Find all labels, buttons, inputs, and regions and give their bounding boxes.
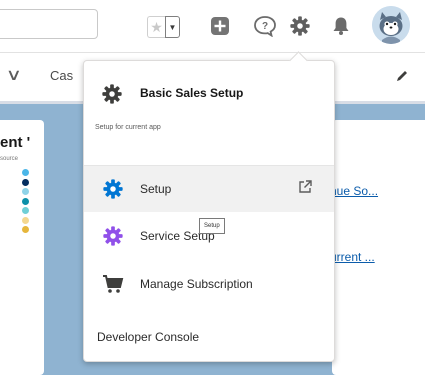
legend-color-dot: [22, 226, 29, 233]
legend-item: [0, 178, 40, 188]
legend-item: [0, 197, 40, 207]
legend-color-dot: [22, 178, 29, 186]
menu-header: Basic Sales Setup Setup for current app: [84, 61, 334, 151]
report-link-top[interactable]: nue So...: [330, 184, 378, 198]
setup-gear-icon: [101, 177, 125, 201]
left-dashboard-card: ent ' source: [0, 120, 44, 375]
favorite-star-button[interactable]: ★: [147, 16, 165, 38]
svg-text:?: ?: [262, 21, 268, 32]
legend-item: [0, 187, 40, 197]
legend-item: [0, 206, 40, 216]
legend-item: [0, 168, 40, 178]
menu-subtitle: Setup for current app: [95, 124, 161, 131]
edit-nav-pencil-icon[interactable]: [395, 69, 409, 88]
nav-tab-cases[interactable]: Cas: [50, 68, 73, 83]
global-header: ★ ▼ ?: [0, 0, 425, 53]
chart-legend: [0, 168, 40, 235]
report-link-bottom[interactable]: urrent ...: [330, 250, 375, 264]
legend-color-dot: [22, 207, 29, 214]
legend-item: [0, 225, 40, 235]
open-in-new-window-icon[interactable]: [297, 179, 313, 200]
legend-color-dot: [22, 216, 29, 224]
legend-color-dot: [22, 197, 29, 205]
global-search-input[interactable]: [0, 9, 98, 39]
nav-chevron-down-icon[interactable]: ∨: [6, 65, 22, 85]
setup-dropdown-menu: Basic Sales Setup Setup for current app: [83, 60, 335, 362]
help-icon[interactable]: ?: [253, 14, 277, 38]
menu-item-label: Setup: [140, 182, 172, 196]
basic-sales-gear-icon: [101, 83, 123, 110]
legend-color-dot: [22, 169, 29, 176]
setup-tooltip: Setup: [199, 218, 225, 234]
notification-bell-icon[interactable]: [329, 14, 353, 38]
menu-item-label: Manage Subscription: [140, 277, 253, 291]
menu-item-setup[interactable]: Setup: [84, 166, 334, 212]
right-dashboard-card: nue So... urrent ...: [330, 120, 425, 375]
legend-item: [0, 216, 40, 226]
favorites-dropdown-button[interactable]: ▼: [165, 16, 180, 38]
legend-color-dot: [22, 188, 29, 195]
menu-item-manage-subscription[interactable]: Manage Subscription: [84, 261, 334, 307]
shopping-cart-icon: [101, 272, 125, 296]
card-subtitle: source: [0, 156, 19, 162]
add-icon[interactable]: [208, 14, 232, 38]
service-setup-gear-icon: [101, 224, 125, 248]
menu-title: Basic Sales Setup: [140, 86, 244, 100]
menu-item-developer-console[interactable]: Developer Console: [97, 330, 199, 344]
setup-gear-icon[interactable]: [288, 14, 312, 38]
user-avatar[interactable]: [372, 6, 410, 44]
favorites-group: ★ ▼: [147, 16, 180, 38]
card-title: ent ': [0, 134, 31, 151]
